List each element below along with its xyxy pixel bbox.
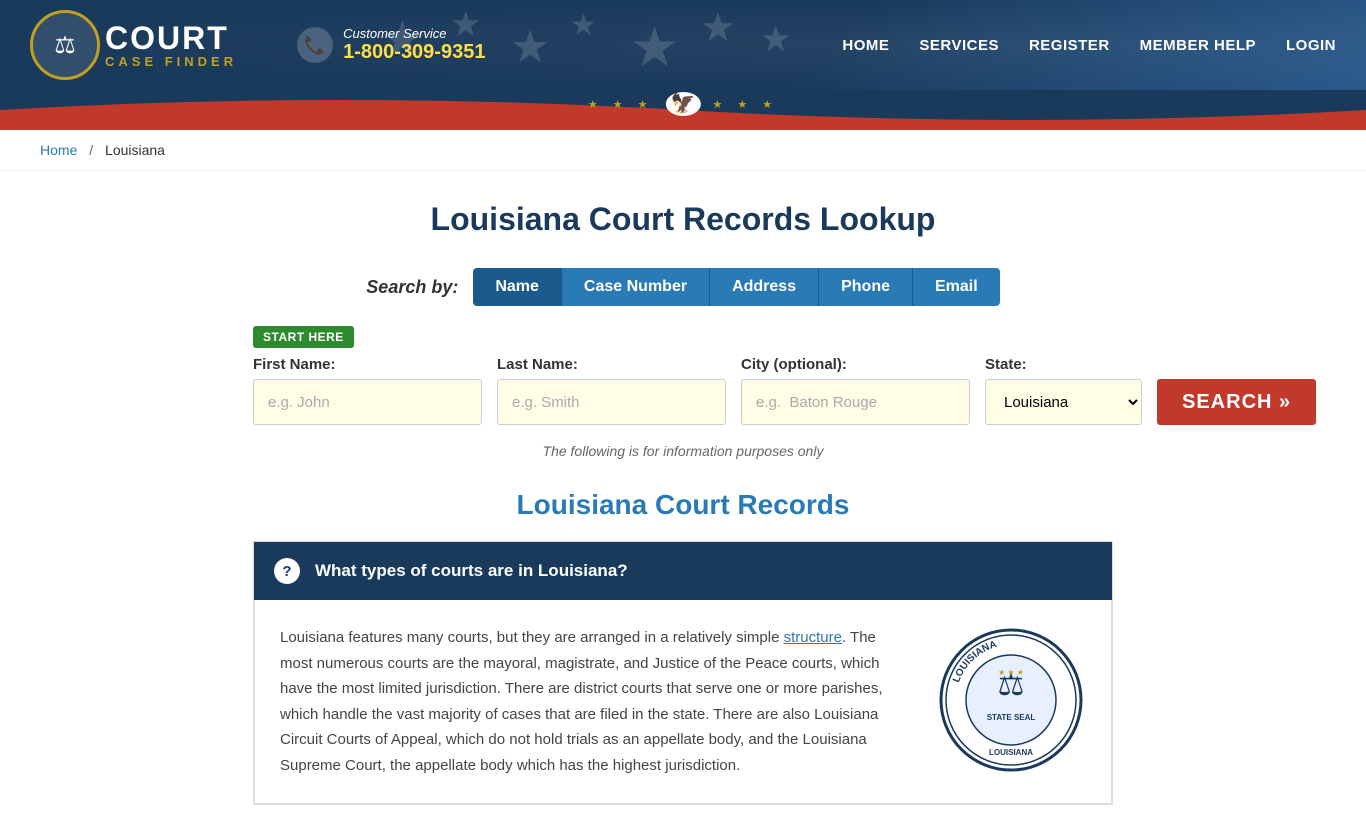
eagle-content: ★ ★ ★ 🦅 ★ ★ ★ [588, 92, 778, 116]
breadcrumb-separator: / [89, 142, 93, 158]
accordion-title: What types of courts are in Louisiana? [315, 561, 628, 581]
accordion-header[interactable]: ? What types of courts are in Louisiana? [254, 542, 1112, 600]
svg-text:★ ★ ★: ★ ★ ★ [998, 668, 1024, 677]
last-name-input[interactable] [497, 379, 726, 425]
disclaimer: The following is for information purpose… [253, 443, 1113, 459]
nav-home[interactable]: HOME [842, 37, 889, 54]
state-select[interactable]: Louisiana Alabama Alaska Arizona Arkansa… [985, 379, 1142, 425]
accordion-question-icon: ? [274, 558, 300, 584]
phone-number: 1-800-309-9351 [343, 41, 485, 64]
eagle-stars-right: ★ ★ ★ [712, 98, 778, 111]
eagle-stars-left: ★ ★ ★ [588, 98, 654, 111]
phone-icon: 📞 [297, 27, 333, 63]
last-name-group: Last Name: [497, 356, 726, 425]
breadcrumb-home-link[interactable]: Home [40, 142, 77, 158]
louisiana-seal: LOUISIANA ⚖ STATE SEAL ★ ★ ★ LOUISIANA [936, 625, 1086, 775]
main-content: Louisiana Court Records Lookup Search by… [233, 171, 1133, 835]
form-row: First Name: Last Name: City (optional): … [253, 356, 1113, 425]
nav-login[interactable]: LOGIN [1286, 37, 1336, 54]
section-title: Louisiana Court Records [253, 489, 1113, 521]
tab-name[interactable]: Name [473, 268, 562, 306]
phone-area: 📞 Customer Service 1-800-309-9351 [297, 26, 485, 64]
accordion-body: Louisiana features many courts, but they… [254, 600, 1112, 804]
accordion-item: ? What types of courts are in Louisiana?… [253, 541, 1113, 805]
breadcrumb: Home / Louisiana [0, 130, 1366, 171]
breadcrumb-current: Louisiana [105, 142, 165, 158]
svg-text:STATE SEAL: STATE SEAL [987, 713, 1036, 722]
main-nav: HOME SERVICES REGISTER MEMBER HELP LOGIN [842, 37, 1336, 54]
first-name-input[interactable] [253, 379, 482, 425]
eagle-icon: 🦅 [666, 92, 701, 116]
accordion-text: Louisiana features many courts, but they… [280, 625, 906, 778]
logo-icon: ⚖ [54, 31, 76, 60]
nav-services[interactable]: SERVICES [919, 37, 999, 54]
structure-link[interactable]: structure [784, 629, 842, 646]
eagle-banner: ★ ★ ★ 🦅 ★ ★ ★ [0, 90, 1366, 130]
city-input[interactable] [741, 379, 970, 425]
search-by-row: Search by: Name Case Number Address Phon… [253, 268, 1113, 306]
logo-case-finder-text: CASE FINDER [105, 54, 237, 69]
state-group: State: Louisiana Alabama Alaska Arizona … [985, 356, 1142, 425]
first-name-label: First Name: [253, 356, 482, 373]
tab-phone[interactable]: Phone [819, 268, 913, 306]
nav-member-help[interactable]: MEMBER HELP [1140, 37, 1256, 54]
logo-circle: ⚖ [30, 10, 100, 80]
tab-email[interactable]: Email [913, 268, 1000, 306]
start-here-badge: START HERE [253, 326, 354, 348]
logo-text: COURT CASE FINDER [105, 22, 237, 69]
tab-case-number[interactable]: Case Number [562, 268, 710, 306]
site-header: ★ ★ ★ ★ ★ ★ ★ ⚖ COURT CASE FINDER 📞 Cust… [0, 0, 1366, 90]
last-name-label: Last Name: [497, 356, 726, 373]
phone-text: Customer Service 1-800-309-9351 [343, 26, 485, 64]
svg-text:LOUISIANA: LOUISIANA [989, 748, 1033, 757]
page-title: Louisiana Court Records Lookup [253, 201, 1113, 238]
first-name-group: First Name: [253, 356, 482, 425]
phone-label: Customer Service [343, 26, 485, 41]
search-form-area: START HERE First Name: Last Name: City (… [253, 326, 1113, 425]
search-by-label: Search by: [366, 277, 458, 298]
nav-register[interactable]: REGISTER [1029, 37, 1110, 54]
logo-area[interactable]: ⚖ COURT CASE FINDER [30, 10, 237, 80]
city-group: City (optional): [741, 356, 970, 425]
search-button[interactable]: SEARCH » [1157, 379, 1316, 425]
city-label: City (optional): [741, 356, 970, 373]
state-label: State: [985, 356, 1142, 373]
logo-court-text: COURT [105, 22, 237, 54]
tab-address[interactable]: Address [710, 268, 819, 306]
